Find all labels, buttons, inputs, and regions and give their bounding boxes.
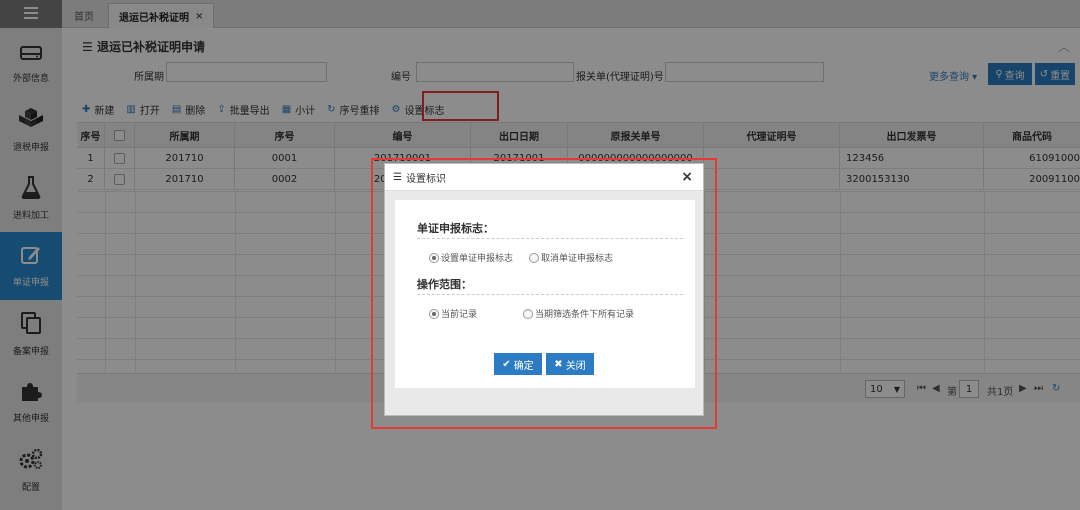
highlight-box xyxy=(371,158,717,429)
